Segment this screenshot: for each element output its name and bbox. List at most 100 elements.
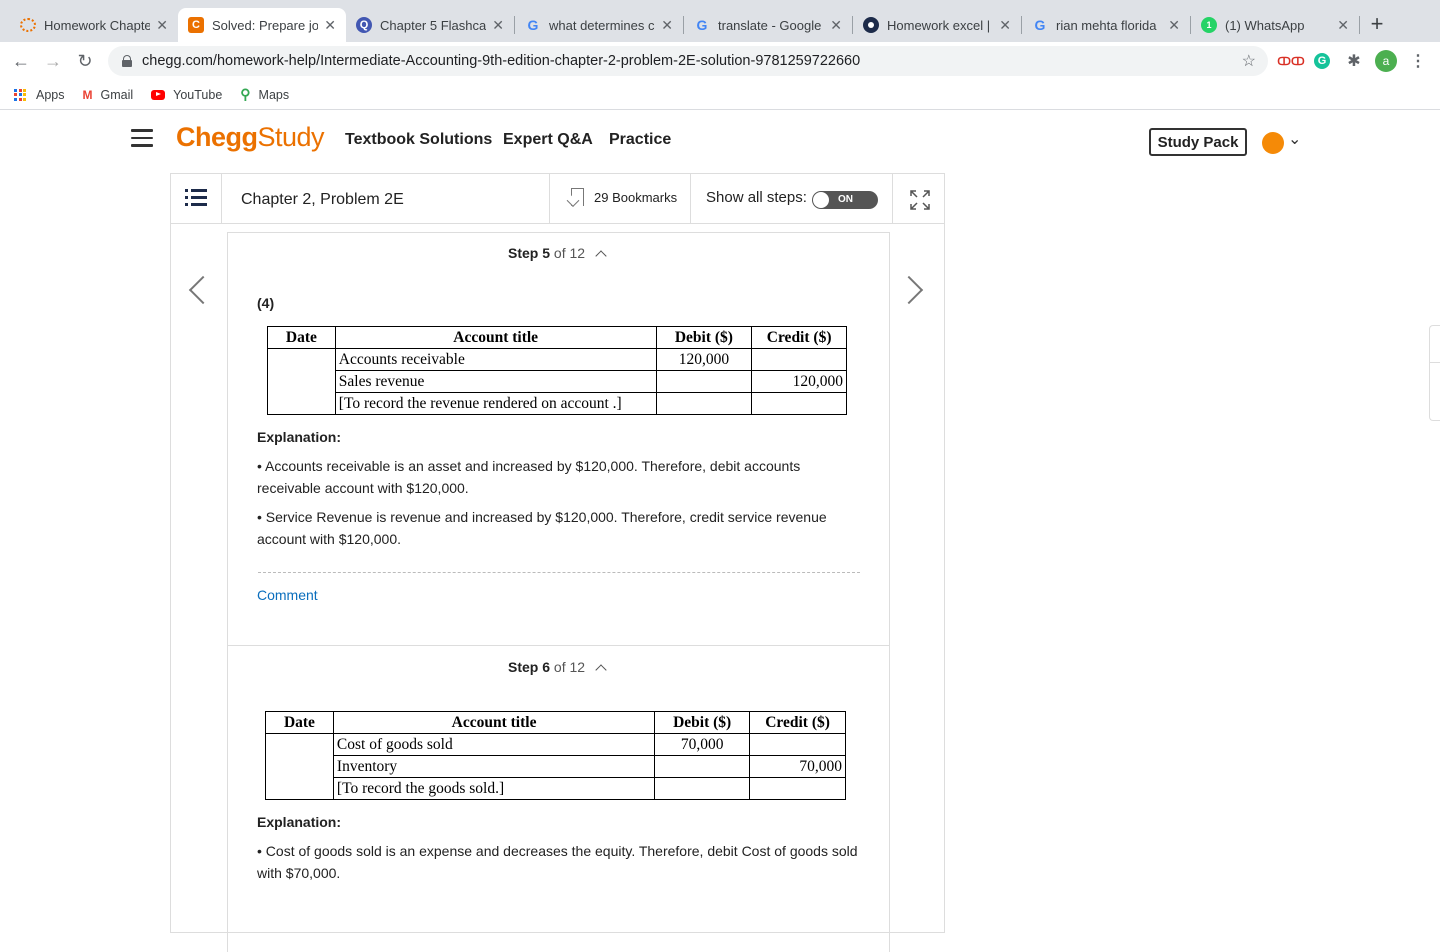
google-g-icon: G [1034, 17, 1046, 33]
user-avatar[interactable] [1262, 132, 1284, 154]
step-divider [228, 645, 889, 646]
chegg-loading-icon [20, 18, 36, 32]
column-header: Credit ($) [749, 711, 846, 734]
credit-cell: 70,000 [749, 755, 846, 778]
dashed-divider [258, 572, 860, 573]
address-bar[interactable]: chegg.com/homework-help/Intermediate-Acc… [108, 46, 1268, 76]
chegg-header: CheggStudy Textbook Solutions Expert Q&A… [0, 111, 1440, 171]
expand-icon[interactable] [909, 189, 931, 211]
comment-link[interactable]: Comment [257, 587, 318, 603]
bookmarks-bar: Apps M Gmail YouTube ⚲ Maps [0, 80, 1440, 110]
next-step-arrow-icon[interactable] [894, 275, 924, 305]
bookmark-maps[interactable]: ⚲ Maps [240, 86, 289, 103]
account-cell: Accounts receivable [334, 348, 657, 371]
close-icon[interactable]: ✕ [999, 17, 1011, 34]
tab-homework-chapter[interactable]: Homework Chapte ✕ [10, 8, 178, 42]
bookmark-apps[interactable]: Apps [14, 88, 65, 102]
date-cell [267, 392, 336, 415]
close-icon[interactable]: ✕ [324, 17, 336, 34]
nav-expert-qa[interactable]: Expert Q&A [503, 131, 593, 149]
step-6-header[interactable]: Step 6 of 12 [508, 659, 607, 676]
plus-icon: + [1370, 11, 1384, 36]
tab-translate-google[interactable]: G translate - Google ✕ [684, 8, 852, 42]
header-divider [892, 174, 893, 224]
bookmark-label: Apps [36, 87, 65, 102]
back-button[interactable]: ← [8, 48, 34, 74]
chevron-down-icon[interactable]: ⌄ [1288, 129, 1301, 149]
step-total: of 12 [553, 245, 586, 261]
date-cell [265, 733, 334, 756]
reload-icon: ↻ [77, 50, 93, 71]
chegg-study-logo[interactable]: CheggStudy [176, 122, 325, 153]
menu-kebab-icon[interactable]: ⋮ [1407, 50, 1429, 72]
tab-homework-excel[interactable]: Homework excel | ✕ [853, 8, 1021, 42]
bookmark-youtube[interactable]: YouTube [151, 88, 222, 102]
close-icon[interactable]: ✕ [661, 17, 673, 34]
tab-title: Homework excel | [887, 17, 991, 33]
column-header: Debit ($) [655, 326, 753, 349]
forward-button[interactable]: → [40, 48, 66, 74]
explanation-paragraph: • Cost of goods sold is an expense and d… [257, 843, 858, 881]
problem-title: Chapter 2, Problem 2E [241, 191, 404, 208]
nav-practice[interactable]: Practice [609, 131, 671, 149]
new-tab-button[interactable]: + [1366, 10, 1388, 38]
tab-what-determines[interactable]: G what determines c ✕ [515, 8, 683, 42]
logo-brand: Chegg [176, 122, 258, 152]
debit-cell: 120,000 [655, 348, 753, 371]
column-header: Date [267, 326, 336, 349]
lock-icon [122, 55, 132, 67]
openai-icon [863, 17, 879, 33]
debit-cell [655, 392, 753, 415]
tab-whatsapp[interactable]: 1 (1) WhatsApp ✕ [1191, 8, 1359, 42]
step-total: of 12 [553, 659, 586, 675]
tab-solved-prepare[interactable]: C Solved: Prepare jo ✕ [178, 8, 346, 42]
show-all-steps-toggle[interactable]: ON [812, 191, 878, 209]
side-feedback-widget[interactable] [1429, 325, 1440, 421]
chevron-up-icon [595, 664, 607, 676]
column-header: Date [265, 711, 334, 734]
explanation-paragraph: • Service Revenue is revenue and increas… [257, 509, 827, 547]
explanation-heading: Explanation: [257, 814, 342, 830]
bookmark-label: Maps [258, 87, 290, 102]
header-divider [221, 174, 222, 224]
close-icon[interactable]: ✕ [830, 17, 842, 34]
solution-panel-header: Chapter 2, Problem 2E 29 Bookmarks Show … [171, 174, 944, 224]
close-icon[interactable]: ✕ [1337, 17, 1349, 34]
debit-cell [655, 370, 753, 393]
whatsapp-icon: 1 [1201, 17, 1217, 33]
reload-button[interactable]: ↻ [72, 48, 98, 74]
chevron-up-icon [595, 250, 607, 262]
table-row: [To record the revenue rendered on accou… [267, 392, 847, 415]
tab-rian-mehta[interactable]: G rian mehta florida ✕ [1022, 8, 1190, 42]
arrow-left-icon: ← [12, 50, 30, 71]
step-5-header[interactable]: Step 5 of 12 [508, 245, 607, 262]
bookmarks-count[interactable]: 29 Bookmarks [594, 190, 677, 205]
header-divider [690, 174, 691, 224]
solution-panel: Chapter 2, Problem 2E 29 Bookmarks Show … [170, 173, 945, 952]
column-header: Credit ($) [751, 326, 847, 349]
youtube-icon [151, 89, 166, 100]
close-icon[interactable]: ✕ [492, 17, 504, 34]
grammarly-icon[interactable]: G [1311, 50, 1333, 72]
bookmark-icon[interactable] [571, 188, 584, 206]
table-header-row: Date Account title Debit ($) Credit ($) [265, 711, 846, 734]
column-header: Debit ($) [654, 711, 751, 734]
previous-step-arrow-icon[interactable] [188, 275, 218, 305]
study-pack-button[interactable]: Study Pack [1149, 128, 1247, 156]
star-icon[interactable]: ☆ [1242, 51, 1256, 71]
close-icon[interactable]: ✕ [156, 17, 168, 34]
bookmark-gmail[interactable]: M Gmail [83, 88, 134, 102]
journal-entry-table: Date Account title Debit ($) Credit ($) … [267, 326, 847, 415]
extension-glasses-icon[interactable]: ↀↀ [1277, 50, 1304, 72]
date-cell [267, 370, 336, 393]
table-row: Cost of goods sold 70,000 [265, 733, 846, 756]
list-icon[interactable] [185, 189, 207, 207]
tab-chapter-5-flashcards[interactable]: Q Chapter 5 Flashca ✕ [346, 8, 514, 42]
hamburger-menu-icon[interactable] [131, 129, 153, 147]
close-icon[interactable]: ✕ [1168, 17, 1180, 34]
toggle-label: ON [838, 194, 853, 205]
profile-avatar[interactable]: a [1375, 50, 1397, 72]
nav-textbook-solutions[interactable]: Textbook Solutions [345, 131, 492, 149]
extensions-puzzle-icon[interactable]: ✱ [1343, 50, 1365, 72]
chegg-c-icon: C [188, 17, 204, 33]
